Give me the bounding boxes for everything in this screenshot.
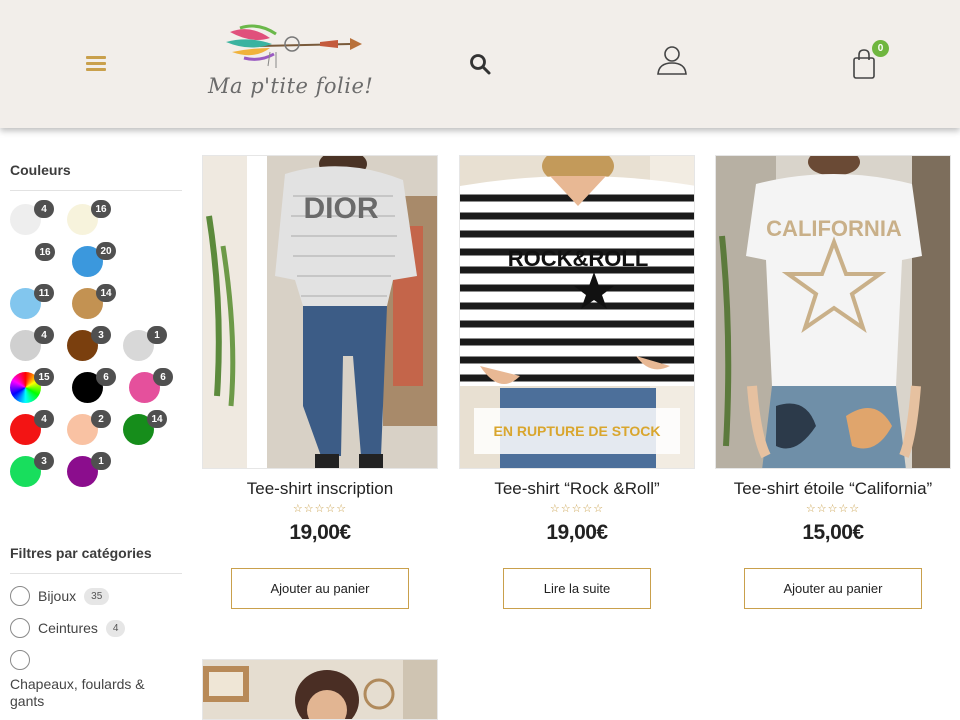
product-photo-partial — [203, 660, 437, 719]
product-card: CALIFORNIA Tee-shirt étoile “California”… — [715, 155, 951, 609]
color-swatch[interactable]: 2 — [67, 410, 111, 445]
color-swatch[interactable]: 6 — [72, 368, 116, 403]
logo-text: Ma p'tite folie! — [208, 74, 374, 98]
swatch-count: 14 — [96, 284, 116, 302]
read-more-button[interactable]: Lire la suite — [503, 568, 651, 609]
product-card — [202, 659, 438, 720]
swatch-count: 4 — [34, 326, 54, 344]
category-filter-item[interactable]: Chapeaux, foulards & gants — [10, 650, 182, 710]
product-price: 15,00€ — [802, 521, 864, 544]
color-swatches: 4 16 16 20 11 14 4 3 1 15 6 6 4 2 14 3 1 — [10, 191, 182, 511]
product-title[interactable]: Tee-shirt inscription — [202, 479, 438, 499]
swatch-count: 11 — [34, 284, 54, 302]
swatch-count: 15 — [34, 368, 54, 386]
category-checkbox[interactable] — [10, 586, 30, 606]
category-filter-item[interactable]: Bijoux 35 — [10, 586, 182, 606]
color-swatch[interactable]: 11 — [10, 284, 54, 319]
rating-stars: ☆☆☆☆☆ — [292, 503, 348, 515]
color-swatch[interactable]: 15 — [10, 368, 54, 403]
swatch-count: 14 — [147, 410, 167, 428]
product-image[interactable]: ROCK&ROLL EN RUPTURE DE STOCK — [459, 155, 695, 469]
color-swatch[interactable]: 16 — [10, 243, 55, 277]
swatch-count: 2 — [91, 410, 111, 428]
swatch-count: 1 — [147, 326, 167, 344]
color-swatch[interactable]: 1 — [67, 452, 111, 487]
colors-filter-title: Couleurs — [10, 150, 182, 191]
product-title[interactable]: Tee-shirt étoile “California” — [715, 479, 951, 499]
product-card: ROCK&ROLL EN RUPTURE DE STOCK Tee-shirt … — [459, 155, 695, 609]
color-swatch[interactable]: 3 — [10, 452, 54, 487]
color-swatch[interactable]: 4 — [10, 200, 54, 235]
search-icon[interactable] — [468, 52, 492, 76]
swatch-count: 6 — [96, 368, 116, 386]
swatch-count: 4 — [34, 200, 54, 218]
color-swatch[interactable]: 16 — [67, 200, 111, 235]
arrow-feathers-logo-graphic — [226, 24, 362, 68]
color-swatch[interactable]: 4 — [10, 410, 54, 445]
category-label: Ceintures — [38, 620, 98, 636]
product-image[interactable]: CALIFORNIA — [715, 155, 951, 469]
category-label: Chapeaux, foulards & gants — [10, 676, 145, 709]
rating-stars: ☆☆☆☆☆ — [805, 503, 861, 515]
product-title[interactable]: Tee-shirt “Rock &Roll” — [459, 479, 695, 499]
product-photo-tee-shirt-california: CALIFORNIA — [716, 156, 950, 468]
category-filter-item[interactable]: Ceintures 4 — [10, 618, 182, 638]
color-swatch[interactable]: 20 — [72, 242, 116, 277]
category-label: Bijoux — [38, 588, 77, 604]
product-card: DIOR Tee-shirt inscription ☆☆☆☆☆ 19,00€ … — [202, 155, 438, 609]
product-image[interactable]: DIOR — [202, 155, 438, 469]
shirt-print-text: ROCK&ROLL — [508, 246, 649, 271]
swatch-count: 4 — [34, 410, 54, 428]
color-swatch[interactable]: 3 — [67, 326, 111, 361]
swatch-count: 3 — [91, 326, 111, 344]
menu-icon[interactable] — [86, 56, 106, 72]
product-photo-tee-shirt-inscription: DIOR — [203, 156, 437, 468]
category-count: 4 — [105, 619, 126, 637]
color-swatch[interactable]: 6 — [129, 368, 173, 403]
color-swatch[interactable]: 14 — [123, 410, 167, 445]
category-filter-title: Filtres par catégories — [10, 533, 182, 574]
swatch-count: 6 — [153, 368, 173, 386]
filter-sidebar: Couleurs 4 16 16 20 11 14 4 3 1 15 6 6 4… — [10, 150, 182, 710]
add-to-cart-button[interactable]: Ajouter au panier — [744, 568, 922, 609]
swatch-count: 16 — [35, 243, 55, 261]
product-image[interactable] — [202, 659, 438, 720]
category-checkbox[interactable] — [10, 650, 30, 670]
add-to-cart-button[interactable]: Ajouter au panier — [231, 568, 409, 609]
color-swatch[interactable]: 1 — [123, 326, 167, 361]
swatch-count: 1 — [91, 452, 111, 470]
out-of-stock-badge: EN RUPTURE DE STOCK — [474, 408, 680, 454]
category-checkbox[interactable] — [10, 618, 30, 638]
user-account-icon[interactable] — [655, 43, 689, 77]
color-swatch[interactable]: 4 — [10, 326, 54, 361]
swatch-count: 20 — [96, 242, 116, 260]
site-logo[interactable]: Ma p'tite folie! — [200, 18, 374, 110]
site-header: Ma p'tite folie! 0 — [0, 0, 960, 128]
category-count: 35 — [84, 587, 110, 605]
shirt-print-text: DIOR — [304, 192, 379, 225]
rating-stars: ☆☆☆☆☆ — [549, 503, 605, 515]
color-swatch[interactable]: 14 — [72, 284, 116, 319]
product-price: 19,00€ — [289, 521, 351, 544]
cart-count-badge: 0 — [872, 40, 889, 57]
swatch-count: 3 — [34, 452, 54, 470]
swatch-count: 16 — [91, 200, 111, 218]
product-price: 19,00€ — [546, 521, 608, 544]
